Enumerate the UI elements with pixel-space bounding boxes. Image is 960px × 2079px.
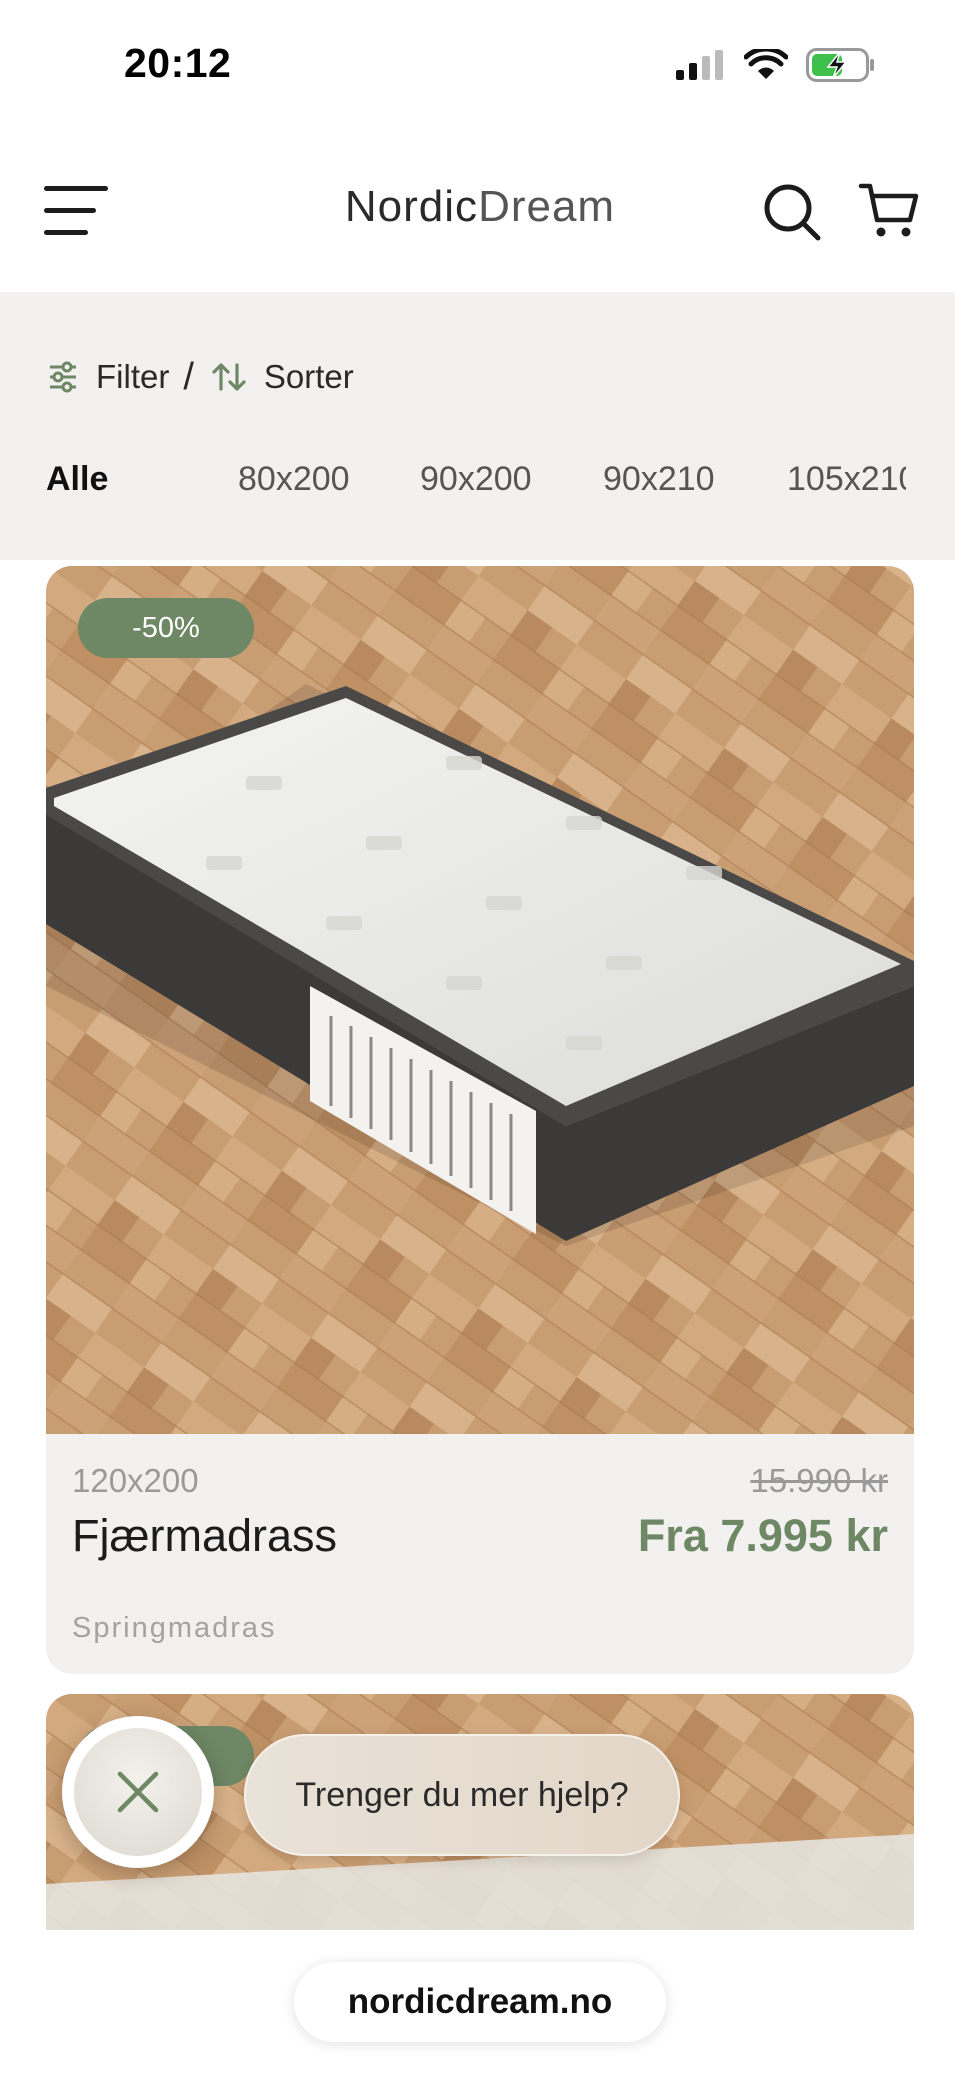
sort-button[interactable]: Sorter bbox=[264, 358, 354, 396]
sort-icon[interactable] bbox=[212, 361, 246, 393]
cellular-signal-icon bbox=[676, 50, 723, 80]
site-header: NordicDream bbox=[0, 130, 960, 292]
status-icons bbox=[676, 48, 876, 82]
product-old-price: 15.990 kr bbox=[750, 1462, 888, 1499]
product-card[interactable]: -50% 120x200 15.990 kr Fjærmadrass Fra 7… bbox=[46, 566, 914, 1674]
close-icon bbox=[117, 1771, 159, 1813]
product-image[interactable] bbox=[46, 566, 914, 1434]
filter-band: Filter / Sorter Alle 80x200 90x200 90x21… bbox=[0, 292, 955, 560]
search-icon[interactable] bbox=[762, 182, 822, 242]
status-time: 20:12 bbox=[124, 40, 232, 86]
browser-bottom-bar: nordicdream.no bbox=[0, 1930, 960, 2079]
help-close-inner bbox=[74, 1728, 202, 1856]
size-tab-105x210[interactable]: 105x210 bbox=[787, 460, 906, 499]
product-size: 120x200 bbox=[72, 1462, 199, 1499]
filter-button[interactable]: Filter bbox=[96, 358, 169, 396]
size-tabs: Alle 80x200 90x200 90x210 105x210 bbox=[46, 460, 906, 510]
filter-icon[interactable] bbox=[48, 361, 78, 393]
product-price: Fra 7.995 kr bbox=[637, 1510, 888, 1561]
discount-badge: -50% bbox=[78, 598, 254, 658]
product-category: Springmadras bbox=[72, 1612, 277, 1644]
cart-icon[interactable] bbox=[858, 180, 920, 242]
filter-sort-row: Filter / Sorter bbox=[48, 352, 354, 402]
help-close-button[interactable] bbox=[62, 1716, 214, 1868]
wifi-icon bbox=[744, 49, 788, 79]
size-tab-80x200[interactable]: 80x200 bbox=[238, 460, 350, 499]
brand-logo-primary: Nordic bbox=[344, 182, 479, 231]
product-name[interactable]: Fjærmadrass bbox=[72, 1510, 337, 1562]
battery-charging-icon bbox=[806, 48, 874, 82]
size-tab-90x210[interactable]: 90x210 bbox=[603, 460, 715, 499]
size-tab-90x200[interactable]: 90x200 bbox=[420, 460, 532, 499]
size-tab-alle[interactable]: Alle bbox=[46, 460, 108, 499]
help-chat-bubble[interactable]: Trenger du mer hjelp? bbox=[244, 1734, 680, 1856]
brand-logo-secondary: Dream bbox=[478, 182, 616, 231]
url-bar[interactable]: nordicdream.no bbox=[294, 1962, 666, 2042]
filter-sort-separator: / bbox=[183, 355, 194, 398]
status-bar: 20:12 bbox=[0, 0, 960, 130]
